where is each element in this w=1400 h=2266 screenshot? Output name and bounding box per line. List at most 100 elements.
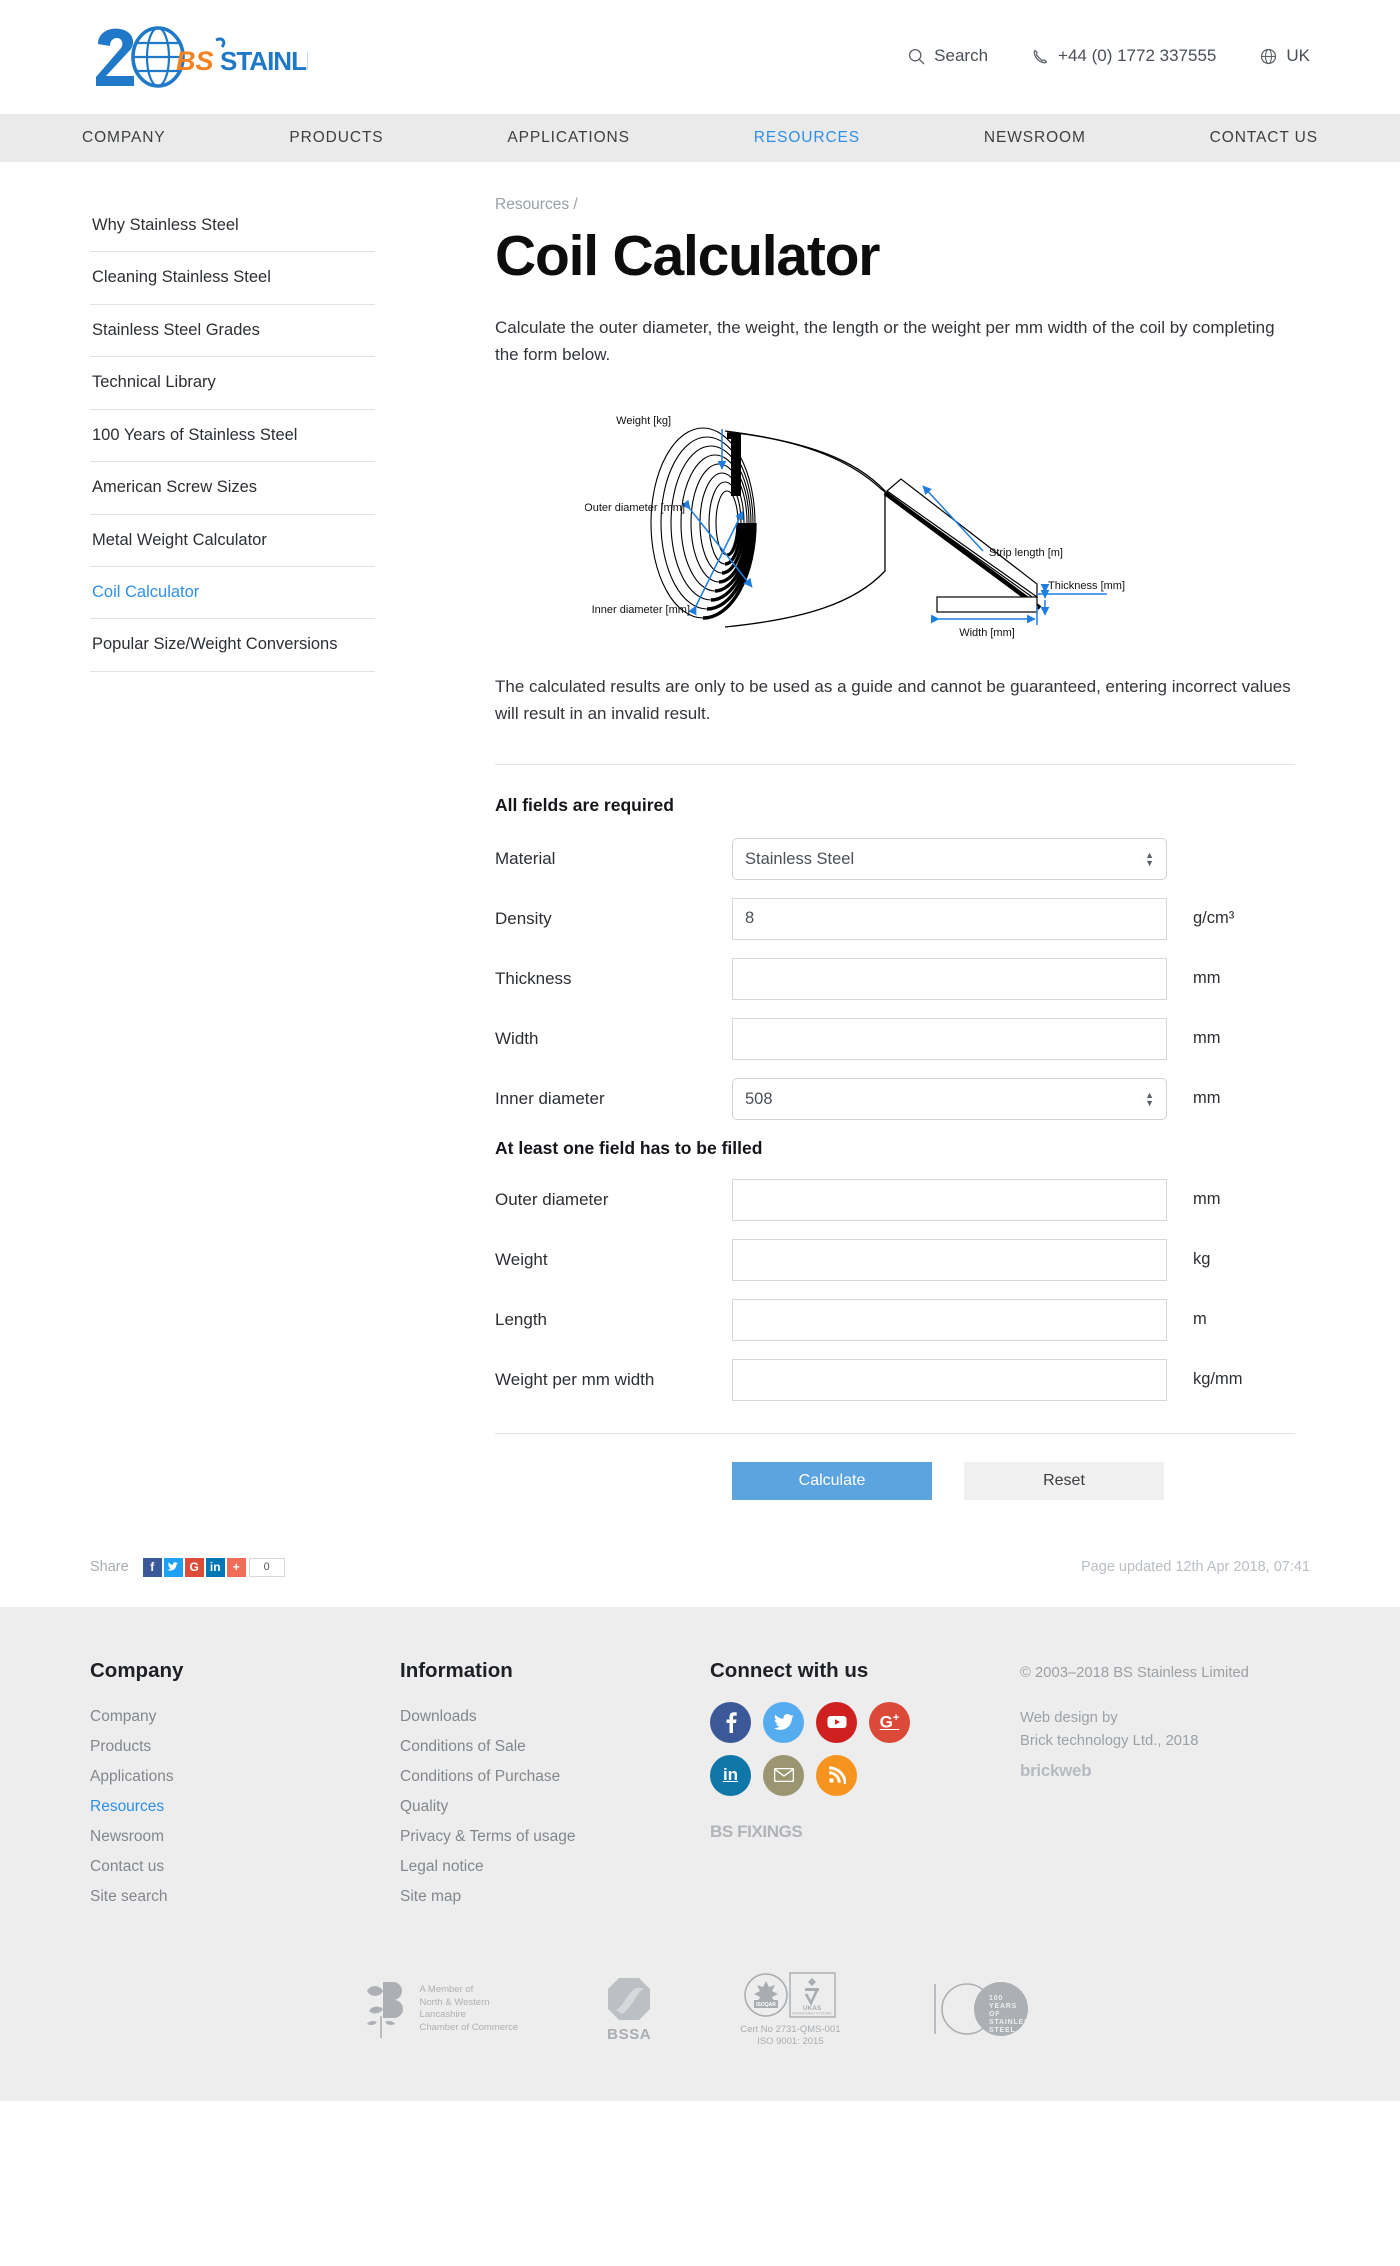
footer-link-conditions-of-purchase[interactable]: Conditions of Purchase: [400, 1762, 710, 1792]
main-navigation: COMPANY PRODUCTS APPLICATIONS RESOURCES …: [0, 114, 1400, 162]
label-inner-diameter: Inner diameter: [495, 1088, 605, 1108]
weight-per-mm-width-input[interactable]: [732, 1358, 1167, 1401]
label-density: Density: [495, 908, 552, 928]
nav-item-products[interactable]: PRODUCTS: [279, 129, 393, 147]
nav-item-newsroom[interactable]: NEWSROOM: [974, 129, 1096, 147]
sidebar-item-coil-calculator[interactable]: Coil Calculator: [90, 567, 375, 620]
weight-input[interactable]: [732, 1238, 1167, 1281]
share-controls: Share f G in + 0: [90, 1557, 285, 1577]
field-row-material: Material Stainless Steel ▲ ▼: [495, 837, 1295, 880]
sidebar-navigation: Why Stainless Steel Cleaning Stainless S…: [90, 196, 375, 672]
footer-link-products[interactable]: Products: [90, 1732, 400, 1762]
sidebar-item-technical-library[interactable]: Technical Library: [90, 357, 375, 410]
region-label: UK: [1286, 46, 1310, 65]
diagram-label-outer-diameter: Outer diameter [mm]: [585, 502, 685, 514]
field-row-weight-per-mm-width: Weight per mm width kg/mm: [495, 1358, 1295, 1401]
footer-link-legal-notice[interactable]: Legal notice: [400, 1852, 710, 1882]
breadcrumb-separator: /: [573, 196, 578, 213]
share-twitter-icon[interactable]: [163, 1557, 183, 1577]
sidebar-item-100-years-of-stainless-steel[interactable]: 100 Years of Stainless Steel: [90, 410, 375, 463]
unit-weight-per-mm-width: kg/mm: [1193, 1370, 1243, 1389]
footer-link-privacy-terms[interactable]: Privacy & Terms of usage: [400, 1822, 710, 1852]
chamber-of-commerce-text: A Member of North & Western Lancashire C…: [419, 1984, 518, 2034]
breadcrumb: Resources /: [495, 196, 1295, 220]
footer-link-downloads[interactable]: Downloads: [400, 1702, 710, 1732]
cert-line-1: A Member of: [419, 1984, 474, 1996]
unit-thickness: mm: [1193, 969, 1221, 988]
density-input[interactable]: [732, 897, 1167, 940]
footer-company-heading: Company: [90, 1658, 184, 1682]
facebook-icon[interactable]: [710, 1701, 751, 1743]
thickness-input[interactable]: [732, 957, 1167, 1000]
footer-link-applications[interactable]: Applications: [90, 1762, 400, 1792]
cert-iso: ISO 9001: 2015: [757, 2036, 824, 2048]
outer-diameter-input[interactable]: [732, 1178, 1167, 1221]
rss-icon[interactable]: [816, 1754, 857, 1796]
calculate-button[interactable]: Calculate: [732, 1461, 932, 1500]
search-link[interactable]: Search: [908, 46, 988, 66]
footer-link-site-search[interactable]: Site search: [90, 1882, 400, 1912]
footer-link-contact-us[interactable]: Contact us: [90, 1852, 400, 1882]
region-selector[interactable]: UK: [1260, 46, 1310, 66]
reset-button[interactable]: Reset: [964, 1461, 1164, 1500]
google-plus-icon[interactable]: G+: [869, 1701, 910, 1743]
cert-line-3: Lancashire: [419, 2009, 466, 2021]
svg-text:YEARS: YEARS: [989, 2003, 1017, 2010]
field-row-weight: Weight kg: [495, 1238, 1295, 1281]
share-bar: Share f G in + 0 Page updated 12th Apr 2…: [0, 1500, 1400, 1607]
brickweb-logo[interactable]: brickweb: [1020, 1761, 1310, 1781]
footer-link-quality[interactable]: Quality: [400, 1792, 710, 1822]
footer-link-newsroom[interactable]: Newsroom: [90, 1822, 400, 1852]
sidebar-item-stainless-steel-grades[interactable]: Stainless Steel Grades: [90, 305, 375, 358]
footer-information-heading: Information: [400, 1658, 513, 1682]
twitter-icon[interactable]: [763, 1701, 804, 1743]
certification-logos: A Member of North & Western Lancashire C…: [90, 1912, 1310, 2102]
share-linkedin-icon[interactable]: in: [205, 1557, 225, 1577]
sidebar-item-cleaning-stainless-steel[interactable]: Cleaning Stainless Steel: [90, 252, 375, 305]
nav-item-resources[interactable]: RESOURCES: [744, 129, 870, 147]
isoqar-ukas-icon: ISOQAR UKAS MANAGEMENT SYSTEMS: [744, 1971, 837, 2018]
svg-text:OF: OF: [989, 2011, 1000, 2018]
phone-icon: [1033, 49, 1048, 63]
phone-link[interactable]: +44 (0) 1772 337555: [1032, 46, 1216, 66]
control-density: [732, 897, 1167, 940]
diagram-label-strip-length: Strip length [m]: [989, 547, 1063, 559]
youtube-icon[interactable]: [816, 1701, 857, 1743]
share-facebook-icon[interactable]: f: [142, 1557, 162, 1577]
share-google-plus-icon[interactable]: G: [184, 1557, 204, 1577]
field-row-thickness: Thickness mm: [495, 957, 1295, 1000]
sidebar-item-popular-size-weight-conversions[interactable]: Popular Size/Weight Conversions: [90, 619, 375, 672]
nav-item-contact-us[interactable]: CONTACT US: [1200, 129, 1328, 147]
control-material: Stainless Steel ▲ ▼: [732, 837, 1167, 880]
svg-text:STAINLESS: STAINLESS: [989, 2019, 1035, 2026]
form-actions: Calculate Reset: [495, 1434, 1295, 1500]
width-input[interactable]: [732, 1017, 1167, 1060]
breadcrumb-resources[interactable]: Resources: [495, 196, 569, 213]
site-logo[interactable]: BS STAINLESS: [90, 24, 308, 90]
inner-diameter-select[interactable]: 508: [732, 1077, 1167, 1120]
nav-item-applications[interactable]: APPLICATIONS: [497, 129, 640, 147]
intro-paragraph: Calculate the outer diameter, the weight…: [495, 317, 1275, 365]
linkedin-icon[interactable]: in: [710, 1754, 751, 1796]
bs-fixings-logo[interactable]: BS FIXINGS: [710, 1822, 1020, 1842]
footer-link-site-map[interactable]: Site map: [400, 1882, 710, 1912]
sidebar-item-metal-weight-calculator[interactable]: Metal Weight Calculator: [90, 515, 375, 567]
share-addthis-icon[interactable]: +: [226, 1557, 246, 1577]
globe-icon: [1261, 48, 1277, 64]
footer-link-company[interactable]: Company: [90, 1702, 400, 1732]
web-design-line-1: Web design by: [1020, 1709, 1118, 1726]
email-icon[interactable]: [763, 1754, 804, 1796]
bs-stainless-logo-icon: BS STAINLESS: [96, 26, 308, 88]
nav-item-company[interactable]: COMPANY: [72, 129, 176, 147]
footer-link-conditions-of-sale[interactable]: Conditions of Sale: [400, 1732, 710, 1762]
diagram-label-width: Width [mm]: [959, 627, 1015, 639]
field-row-outer-diameter: Outer diameter mm: [495, 1178, 1295, 1221]
100-years-stainless-steel-icon: 100 YEARS OF STAINLESS STEEL: [933, 1982, 1035, 2037]
length-input[interactable]: [732, 1298, 1167, 1341]
material-select[interactable]: Stainless Steel: [732, 837, 1167, 880]
sidebar-item-why-stainless-steel[interactable]: Why Stainless Steel: [90, 200, 375, 253]
field-row-width: Width mm: [495, 1017, 1295, 1060]
footer-link-resources[interactable]: Resources: [90, 1792, 400, 1822]
sidebar-item-american-screw-sizes[interactable]: American Screw Sizes: [90, 462, 375, 515]
footer-column-information: Information Downloads Conditions of Sale…: [400, 1659, 710, 1912]
